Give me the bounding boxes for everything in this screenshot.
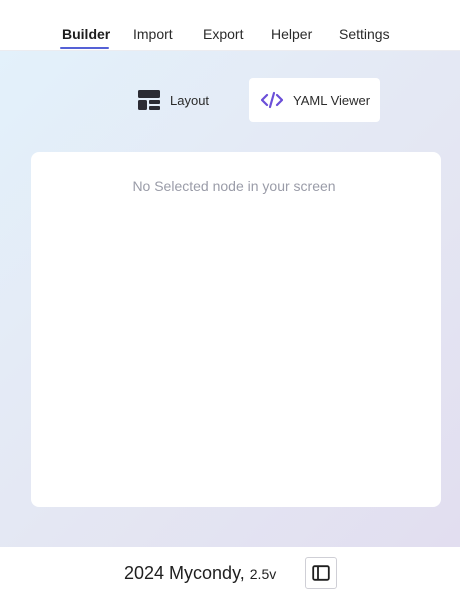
layout-icon: [138, 90, 160, 110]
empty-state-message: No Selected node in your screen: [132, 178, 336, 194]
layout-view-label: Layout: [170, 92, 210, 108]
yaml-viewer-button[interactable]: YAML Viewer: [249, 78, 380, 122]
footer-brand: 2024 Mycondy,: [124, 563, 245, 583]
code-icon: [261, 90, 283, 110]
footer-version: 2.5v: [249, 566, 277, 582]
yaml-panel: No Selected node in your screen: [31, 152, 441, 507]
top-nav: Builder Import Export Helper Settings: [0, 0, 460, 51]
tab-export[interactable]: Export: [203, 26, 243, 43]
workspace: Layout YAML Viewer No Selected node in y…: [0, 51, 460, 547]
tab-builder[interactable]: Builder: [62, 26, 110, 43]
tab-import[interactable]: Import: [133, 26, 173, 43]
tab-helper[interactable]: Helper: [271, 26, 312, 43]
layout-view-button[interactable]: Layout: [128, 78, 220, 122]
footer: 2024 Mycondy, 2.5v: [0, 547, 460, 605]
sidebar-toggle-button[interactable]: [305, 557, 337, 589]
yaml-viewer-label: YAML Viewer: [293, 92, 371, 108]
active-tab-indicator: [60, 47, 109, 49]
tab-settings[interactable]: Settings: [339, 26, 390, 43]
sidebar-toggle-icon: [312, 565, 330, 581]
footer-brand-line: 2024 Mycondy, 2.5v: [124, 563, 276, 584]
